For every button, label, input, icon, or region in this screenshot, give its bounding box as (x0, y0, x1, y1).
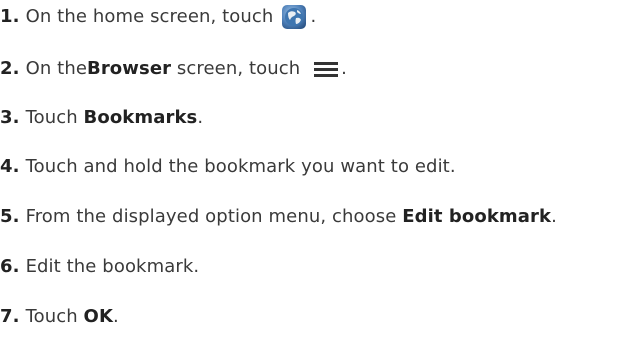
menu-icon (314, 59, 339, 79)
step-text-end: . (341, 58, 347, 79)
step-5: 5. From the displayed option menu, choos… (0, 203, 557, 231)
step-text: Touch (25, 306, 84, 327)
globe-icon (281, 4, 307, 30)
step-number: 1. (0, 6, 20, 27)
step-emphasis: Edit bookmark (402, 206, 552, 227)
step-emphasis: OK (83, 306, 113, 327)
step-text-end: . (197, 107, 204, 128)
step-text: Edit the bookmark. (25, 256, 200, 277)
step-text-end: . (551, 206, 557, 227)
step-3: 3. Touch Bookmarks . (0, 104, 203, 132)
step-number: 2. (0, 58, 20, 79)
step-number: 3. (0, 107, 20, 128)
step-text-end: . (310, 6, 317, 27)
step-text: On the (25, 58, 88, 79)
step-number: 5. (0, 206, 20, 227)
step-text: Touch and hold the bookmark you want to … (25, 156, 456, 177)
step-6: 6. Edit the bookmark. (0, 253, 199, 281)
step-4: 4. Touch and hold the bookmark you want … (0, 153, 456, 181)
step-2: 2. On the Browser screen, touch . (0, 55, 347, 83)
step-number: 4. (0, 156, 20, 177)
step-emphasis: Bookmarks (83, 107, 198, 128)
step-text: Touch (25, 107, 84, 128)
step-emphasis: Browser (87, 58, 172, 79)
step-text: From the displayed option menu, choose (25, 206, 403, 227)
step-text-end: . (113, 306, 119, 327)
step-number: 7. (0, 306, 20, 327)
step-number: 6. (0, 256, 20, 277)
step-1: 1. On the home screen, touch . (0, 3, 316, 31)
step-7: 7. Touch OK . (0, 303, 119, 331)
step-text: On the home screen, touch (25, 6, 274, 27)
step-text: screen, touch (171, 58, 307, 79)
